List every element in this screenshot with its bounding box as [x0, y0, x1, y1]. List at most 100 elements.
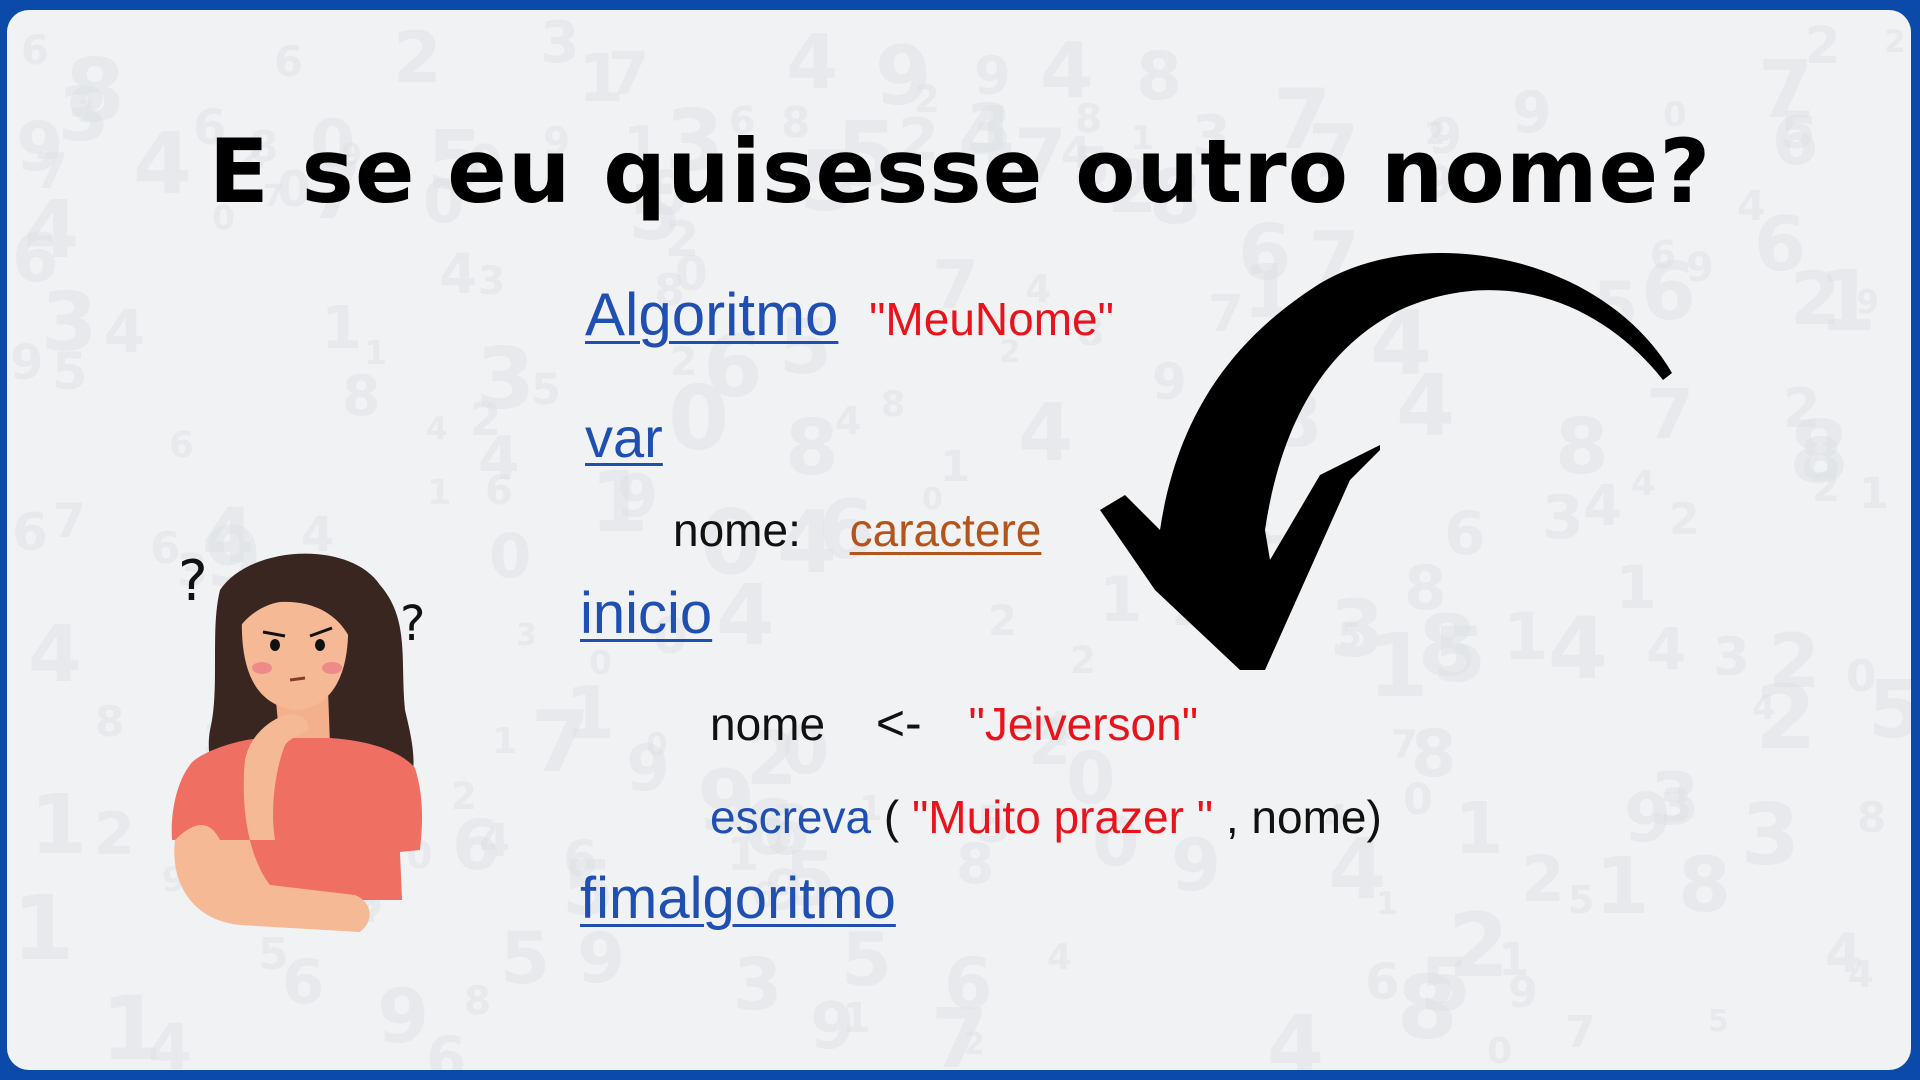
- background-digit: 5: [52, 343, 88, 402]
- background-digit: 2: [393, 17, 442, 99]
- escreva-args: , nome): [1225, 791, 1382, 843]
- background-digit: 3: [516, 618, 537, 653]
- background-digit: 6: [274, 37, 304, 86]
- background-digit: 7: [1391, 722, 1418, 766]
- background-digit: 6: [169, 425, 195, 466]
- background-digit: 8: [1411, 717, 1457, 792]
- keyword-inicio: inicio: [580, 581, 713, 646]
- escreva-string: "Muito prazer ": [911, 791, 1214, 843]
- assignment-variable: nome: [710, 698, 826, 750]
- background-digit: 4: [1040, 27, 1094, 116]
- background-digit: 1: [30, 778, 88, 873]
- keyword-var: var: [585, 406, 663, 469]
- background-digit: 5: [1708, 1004, 1729, 1039]
- background-digit: 1: [12, 876, 74, 980]
- background-digit: 2: [1755, 666, 1817, 769]
- background-digit: 8: [464, 979, 492, 1024]
- background-digit: 8: [1857, 793, 1887, 842]
- background-digit: 4: [716, 566, 775, 664]
- background-digit: 2: [451, 775, 477, 818]
- background-digit: 1: [427, 473, 452, 513]
- code-line-inicio: inicio: [580, 580, 712, 647]
- background-digit: 3: [41, 276, 98, 370]
- algorithm-name-string: "MeuNome": [869, 293, 1114, 345]
- background-digit: 8: [342, 364, 381, 428]
- background-digit: 4: [786, 18, 839, 106]
- background-digit: 3: [1661, 779, 1693, 832]
- background-digit: 2: [1521, 843, 1565, 916]
- background-digit: 6: [12, 503, 49, 563]
- background-digit: 9: [10, 335, 44, 391]
- background-digit: 0: [668, 367, 730, 470]
- background-digit: 2: [470, 393, 502, 446]
- background-digit: 1: [1498, 933, 1530, 986]
- background-digit: 1: [321, 293, 363, 362]
- background-digit: 0: [1846, 651, 1877, 702]
- background-digit: 8: [881, 385, 906, 425]
- background-digit: 1: [364, 333, 387, 372]
- background-digit: 4: [148, 1011, 192, 1070]
- background-digit: 4: [1047, 937, 1073, 978]
- assignment-operator: <-: [875, 695, 922, 751]
- background-digit: 9: [974, 46, 1011, 107]
- background-digit: 0: [646, 727, 668, 763]
- background-digit: 9: [1856, 282, 1879, 321]
- background-digit: 1: [1376, 886, 1398, 922]
- background-digit: 3: [540, 10, 580, 76]
- background-digit: 9: [1508, 968, 1538, 1018]
- background-digit: 3: [1650, 757, 1701, 841]
- declaration-type: caractere: [849, 504, 1042, 556]
- background-digit: 3: [1741, 786, 1801, 885]
- background-digit: 2: [1783, 377, 1821, 440]
- code-line-algoritmo: Algoritmo "MeuNome": [585, 280, 1114, 349]
- question-mark-right: ?: [400, 596, 425, 652]
- function-escreva: escreva: [710, 791, 872, 843]
- background-digit: 4: [1018, 387, 1073, 479]
- background-digit: 5: [500, 916, 551, 1000]
- code-line-declaration: nome: caractere: [673, 503, 1041, 557]
- background-digit: 4: [1752, 688, 1776, 728]
- code-line-fimalgoritmo: fimalgoritmo: [580, 865, 896, 932]
- code-line-assignment: nome <- "Jeiverson": [710, 694, 1198, 752]
- background-digit: 8: [1789, 403, 1849, 503]
- background-digit: 7: [931, 992, 989, 1070]
- background-digit: 5: [531, 365, 561, 415]
- background-digit: 1: [101, 977, 163, 1070]
- background-digit: 6: [426, 1024, 467, 1070]
- background-digit: 2: [988, 596, 1018, 645]
- background-digit: 0: [589, 643, 612, 682]
- background-digit: 1: [1595, 842, 1650, 932]
- background-digit: 1: [1859, 469, 1889, 519]
- thinking-woman-illustration: ? ?: [171, 549, 425, 932]
- background-digit: 2: [1448, 894, 1510, 997]
- background-digit: 8: [1136, 38, 1182, 115]
- background-digit: 1: [1454, 787, 1504, 870]
- background-digit: 2: [1884, 24, 1906, 60]
- background-digit: 0: [1403, 775, 1433, 825]
- assignment-value: "Jeiverson": [968, 698, 1199, 750]
- curved-arrow-icon: [1100, 252, 1672, 670]
- background-digit: 8: [785, 404, 839, 493]
- background-digit: 9: [1686, 245, 1714, 291]
- background-digit: 9: [626, 732, 670, 805]
- background-digit: 7: [53, 494, 86, 549]
- background-digit: 4: [28, 610, 83, 700]
- background-digit: 1: [1818, 252, 1877, 350]
- background-digit: 9: [1624, 779, 1672, 858]
- background-digit: 6: [485, 468, 513, 514]
- background-digit: 1: [842, 994, 871, 1042]
- background-digit: 3: [478, 259, 506, 304]
- background-digit: 4: [478, 424, 520, 494]
- background-digit: 4: [835, 399, 862, 443]
- background-digit: 4: [104, 297, 146, 366]
- background-digit: 6: [452, 806, 501, 886]
- background-digit: 3: [1713, 627, 1750, 688]
- background-digit: 4: [1825, 922, 1863, 985]
- background-digit: 7: [608, 39, 650, 108]
- keyword-algoritmo: Algoritmo: [585, 281, 839, 348]
- background-digit: 7: [1565, 1007, 1596, 1058]
- background-digit: 2: [94, 799, 136, 868]
- background-digit: 2: [1790, 257, 1841, 342]
- background-digit: 3: [733, 943, 783, 1026]
- background-digit: 6: [12, 219, 59, 297]
